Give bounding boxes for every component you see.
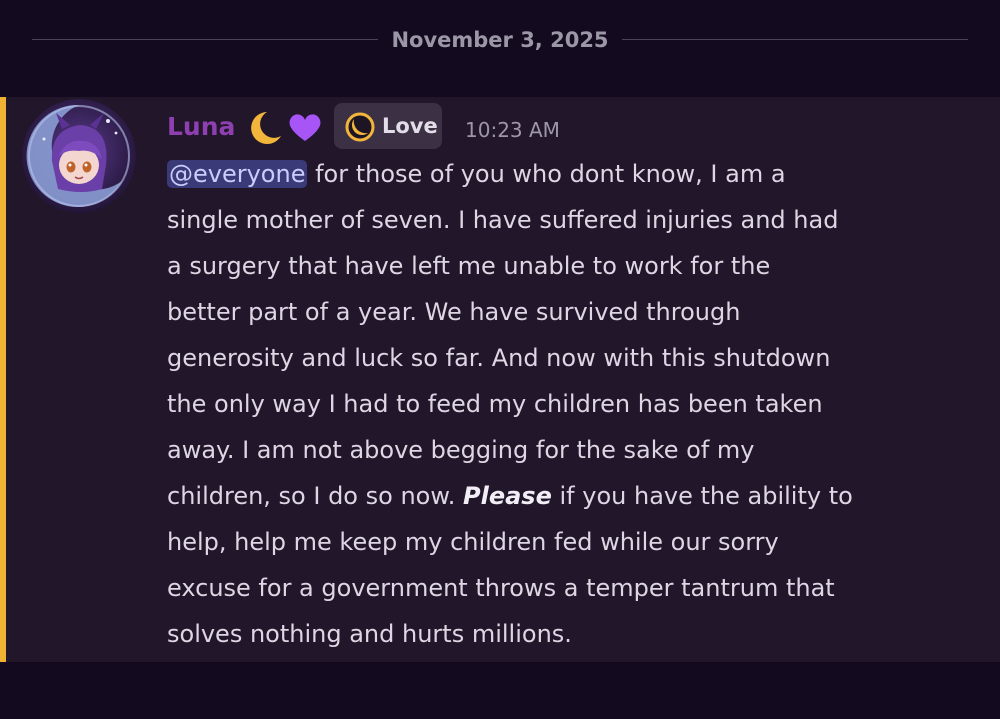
purple-heart-icon [289,114,321,141]
message-header: Luna Love 10:23 AM [167,102,967,150]
role-tag[interactable]: Love [334,103,442,149]
message-text: if you have the ability to [551,482,853,510]
message-line: @everyone for those of you who dont know… [167,151,987,197]
message-line: generosity and luck so far. And now with… [167,344,831,372]
message-line: help, help me keep my children fed while… [167,528,779,556]
crescent-moon-icon [251,112,281,144]
message-text: for those of you who dont know, I am a [307,160,786,188]
message-line: children, so I do so now. Please if you … [167,473,987,519]
message-line: a surgery that have left me unable to wo… [167,252,771,280]
date-divider-label: November 3, 2025 [391,28,609,52]
message-line: excuse for a government throws a temper … [167,574,835,602]
message-timestamp[interactable]: 10:23 AM [465,117,560,143]
message-line: better part of a year. We have survived … [167,298,741,326]
mention-highlight-bar [0,97,6,662]
chat-message[interactable]: Luna Love 10:23 AM @everyone for those o… [0,97,1000,662]
message-line: single mother of seven. I have suffered … [167,206,839,234]
message-line: solves nothing and hurts millions. [167,620,572,648]
role-tag-label: Love [382,114,438,138]
username[interactable]: Luna [167,112,235,142]
avatar[interactable] [22,99,136,213]
mention-everyone[interactable]: @everyone [167,160,308,188]
emphasized-text: Please [463,482,552,510]
crescent-moon-icon [344,111,376,143]
message-text: children, so I do so now. [167,482,464,510]
date-divider: November 3, 2025 [0,0,1000,80]
message-line: the only way I had to feed my children h… [167,390,823,418]
message-line: away. I am not above begging for the sak… [167,436,755,464]
name-emoji-group [245,106,335,146]
divider-line-left [32,39,378,40]
message-body: @everyone for those of you who dont know… [167,151,987,657]
divider-line-right [622,39,968,40]
